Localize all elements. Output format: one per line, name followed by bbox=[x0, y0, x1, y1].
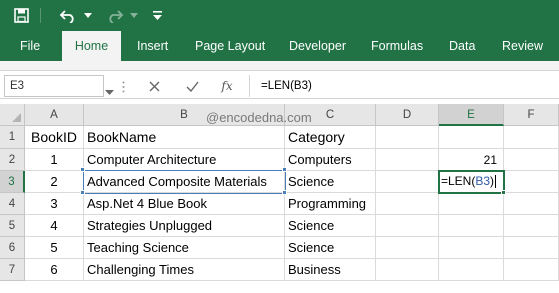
row-header-3[interactable]: 3 bbox=[0, 171, 25, 193]
tab-review[interactable]: Review bbox=[502, 31, 543, 61]
cell-e5[interactable] bbox=[439, 215, 504, 237]
cell-d3[interactable] bbox=[376, 171, 439, 193]
undo-icon[interactable] bbox=[55, 0, 81, 31]
cell-a4[interactable]: 3 bbox=[25, 193, 84, 215]
cell-f6[interactable] bbox=[504, 237, 559, 259]
range-handle-top-left[interactable] bbox=[80, 167, 85, 172]
ribbon-body bbox=[0, 61, 559, 71]
cell-d6[interactable] bbox=[376, 237, 439, 259]
cell-e1[interactable] bbox=[439, 126, 504, 149]
cell-f4[interactable] bbox=[504, 193, 559, 215]
formula-input[interactable]: =LEN(B3) bbox=[249, 75, 555, 97]
cell-f5[interactable] bbox=[504, 215, 559, 237]
column-header-d[interactable]: D bbox=[376, 104, 439, 126]
cell-e4[interactable] bbox=[439, 193, 504, 215]
quick-access-toolbar bbox=[0, 0, 559, 31]
cell-b7[interactable]: Challenging Times bbox=[84, 259, 285, 281]
cell-e6[interactable] bbox=[439, 237, 504, 259]
cell-b5[interactable]: Strategies Unplugged bbox=[84, 215, 285, 237]
row-header-2[interactable]: 2 bbox=[0, 149, 25, 171]
cell-a6[interactable]: 5 bbox=[25, 237, 84, 259]
text-cursor bbox=[495, 175, 497, 189]
tab-file[interactable]: File bbox=[20, 31, 40, 61]
cell-d5[interactable] bbox=[376, 215, 439, 237]
watermark: @encodedna.com bbox=[206, 110, 312, 125]
cell-d1[interactable] bbox=[376, 126, 439, 149]
cell-c2[interactable]: Computers bbox=[285, 149, 376, 171]
cell-a5[interactable]: 4 bbox=[25, 215, 84, 237]
ribbon-tabs: File Home Insert Page Layout Developer F… bbox=[0, 31, 559, 61]
name-box[interactable]: E3 bbox=[4, 75, 104, 97]
save-icon[interactable] bbox=[8, 0, 34, 31]
formula-bar: E3 fx =LEN(B3) bbox=[0, 73, 559, 99]
fill-handle[interactable] bbox=[501, 190, 506, 195]
row-header-4[interactable]: 4 bbox=[0, 193, 25, 215]
cell-a3[interactable]: 2 bbox=[25, 171, 84, 193]
toolbar-separator bbox=[40, 8, 41, 23]
row-header-7[interactable]: 7 bbox=[0, 259, 25, 281]
cell-a2[interactable]: 1 bbox=[25, 149, 84, 171]
cell-c6[interactable]: Science bbox=[285, 237, 376, 259]
insert-function-button[interactable]: fx bbox=[215, 75, 239, 97]
column-header-f[interactable]: F bbox=[504, 104, 559, 126]
range-handle-top-right[interactable] bbox=[282, 167, 287, 172]
cell-b1[interactable]: BookName bbox=[84, 126, 285, 149]
formula-reference: B3 bbox=[475, 174, 491, 188]
cell-a1[interactable]: BookID bbox=[25, 126, 84, 149]
cell-c1[interactable]: Category bbox=[285, 126, 376, 149]
cell-c4[interactable]: Programming bbox=[285, 193, 376, 215]
cell-d2[interactable] bbox=[376, 149, 439, 171]
cell-a7[interactable]: 6 bbox=[25, 259, 84, 281]
cell-f7[interactable] bbox=[504, 259, 559, 281]
cell-e7[interactable] bbox=[439, 259, 504, 281]
fx-icon: fx bbox=[221, 79, 233, 93]
cell-b6[interactable]: Teaching Science bbox=[84, 237, 285, 259]
cell-f2[interactable] bbox=[504, 149, 559, 171]
customize-toolbar-icon[interactable] bbox=[150, 0, 164, 31]
name-box-dropdown-icon[interactable] bbox=[105, 82, 114, 100]
worksheet-grid: A B C D E F 1 2 3 4 5 6 7 BookID BookNam… bbox=[0, 104, 559, 293]
tab-developer[interactable]: Developer bbox=[289, 31, 346, 61]
cell-d7[interactable] bbox=[376, 259, 439, 281]
column-header-a[interactable]: A bbox=[25, 104, 84, 126]
tab-data[interactable]: Data bbox=[449, 31, 475, 61]
redo-icon[interactable] bbox=[102, 0, 128, 31]
cell-d4[interactable] bbox=[376, 193, 439, 215]
row-header-5[interactable]: 5 bbox=[0, 215, 25, 237]
tab-formulas[interactable]: Formulas bbox=[371, 31, 423, 61]
in-cell-formula[interactable]: =LEN(B3) bbox=[441, 174, 497, 189]
cell-b3[interactable]: Advanced Composite Materials bbox=[84, 171, 285, 193]
cell-b2[interactable]: Computer Architecture bbox=[84, 149, 285, 171]
cell-f1[interactable] bbox=[504, 126, 559, 149]
row-header-6[interactable]: 6 bbox=[0, 237, 25, 259]
column-header-e[interactable]: E bbox=[439, 104, 504, 126]
cell-e2[interactable]: 21 bbox=[439, 149, 504, 171]
formula-prefix: =LEN( bbox=[441, 174, 476, 188]
range-handle-bottom-right[interactable] bbox=[282, 190, 287, 195]
cancel-x-icon[interactable] bbox=[142, 75, 166, 97]
cell-f3[interactable] bbox=[504, 171, 559, 193]
cell-b4[interactable]: Asp.Net 4 Blue Book bbox=[84, 193, 285, 215]
formula-suffix: ) bbox=[490, 174, 495, 188]
undo-dropdown-icon[interactable] bbox=[82, 0, 94, 31]
cell-c7[interactable]: Business bbox=[285, 259, 376, 281]
tab-insert[interactable]: Insert bbox=[137, 31, 168, 61]
select-all-corner[interactable] bbox=[0, 104, 25, 126]
formula-bar-splitter[interactable] bbox=[122, 80, 125, 93]
redo-dropdown-icon[interactable] bbox=[128, 0, 140, 31]
tab-page-layout[interactable]: Page Layout bbox=[195, 31, 265, 61]
cell-c3[interactable]: Science bbox=[285, 171, 376, 193]
range-handle-bottom-left[interactable] bbox=[80, 190, 85, 195]
row-header-1[interactable]: 1 bbox=[0, 126, 25, 149]
cell-c5[interactable]: Science bbox=[285, 215, 376, 237]
enter-check-icon[interactable] bbox=[180, 75, 204, 97]
tab-home[interactable]: Home bbox=[62, 31, 121, 61]
